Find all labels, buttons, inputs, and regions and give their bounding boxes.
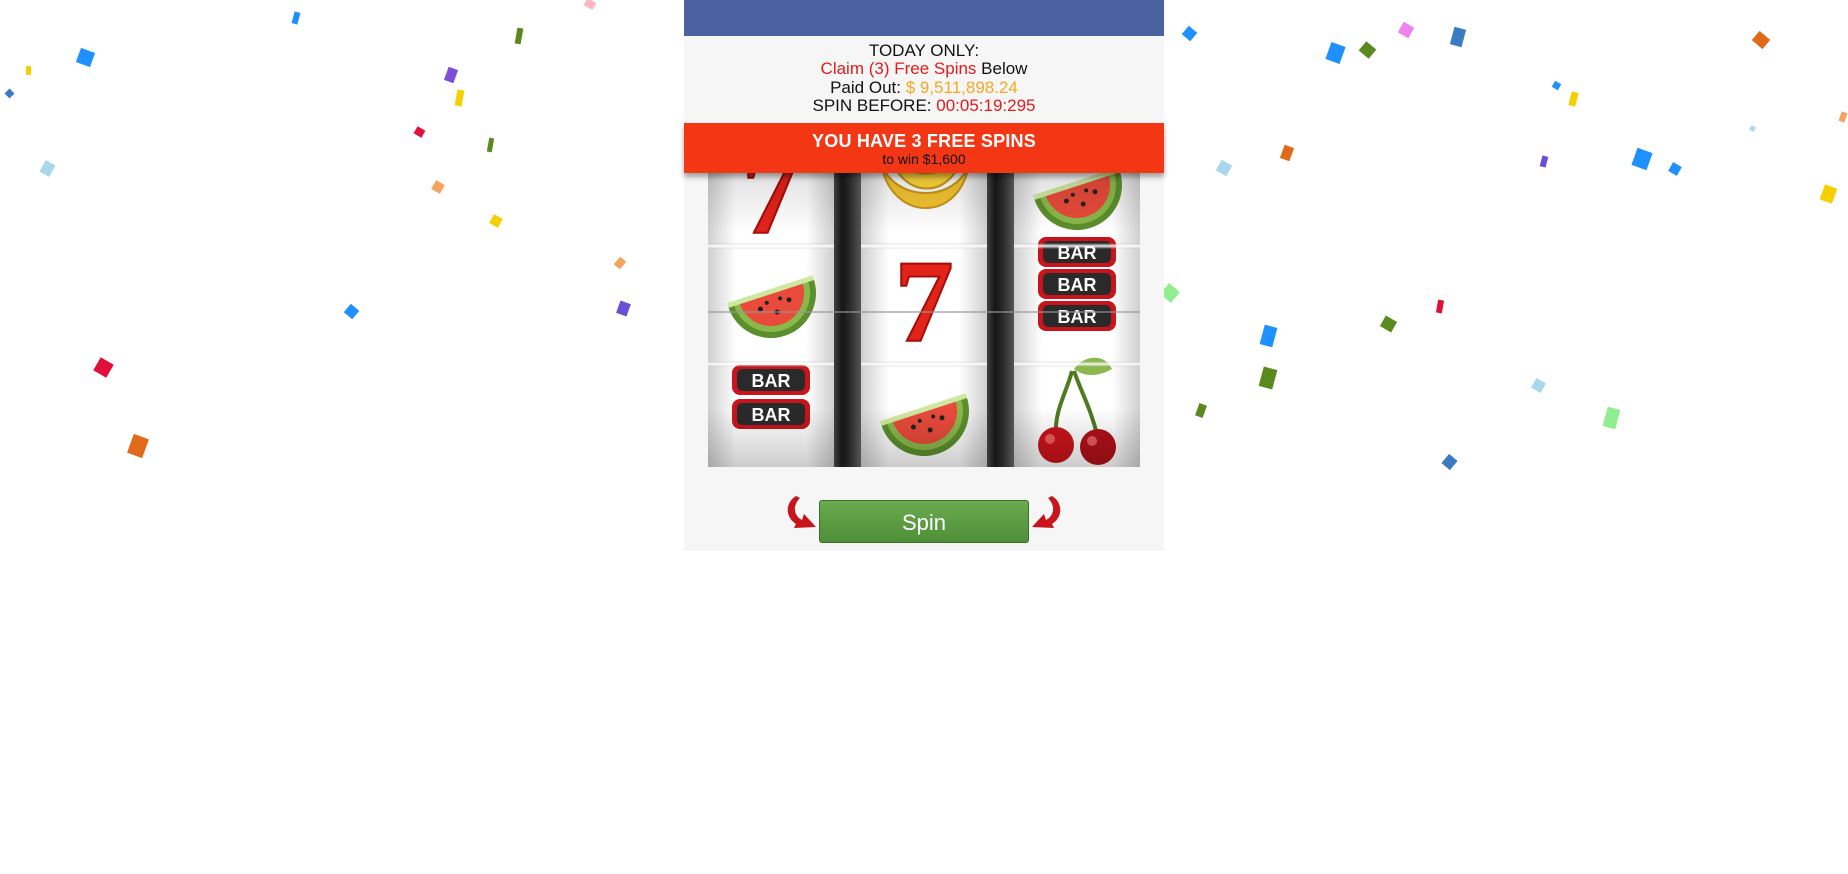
- confetti-piece: [1215, 159, 1233, 177]
- banner-title: YOU HAVE 3 FREE SPINS: [812, 131, 1036, 151]
- payline: [708, 311, 1140, 313]
- confetti-piece: [514, 27, 524, 45]
- confetti-piece: [1449, 26, 1467, 48]
- countdown-timer: 00:05:19:295: [936, 95, 1036, 115]
- curved-arrow-right-icon: [1032, 496, 1061, 528]
- confetti-piece: [1279, 144, 1295, 162]
- confetti-piece: [1751, 30, 1771, 50]
- confetti-piece: [39, 160, 56, 177]
- slot-machine-panel: TODAY ONLY: Claim (3) Free Spins Below P…: [684, 0, 1164, 551]
- confetti-piece: [1358, 41, 1377, 59]
- confetti-piece: [1181, 25, 1198, 42]
- confetti-piece: [454, 89, 465, 107]
- confetti-piece: [93, 357, 114, 378]
- confetti-piece: [431, 180, 445, 194]
- seven-symbol-icon: 7: [861, 231, 987, 355]
- confetti-piece: [1631, 147, 1653, 171]
- promo-info: TODAY ONLY: Claim (3) Free Spins Below P…: [684, 41, 1164, 115]
- confetti-piece: [26, 66, 31, 75]
- paid-out-line: Paid Out: $ 9,511,898.24: [684, 77, 1164, 97]
- confetti-piece: [343, 303, 360, 320]
- confetti-piece: [1602, 406, 1621, 430]
- claim-line: Claim (3) Free Spins Below: [684, 60, 1164, 78]
- confetti-piece: [583, 0, 597, 10]
- symbol-separator: [708, 361, 834, 367]
- reel-1: 7 BAR BAR: [708, 173, 834, 467]
- watermelon-symbol-icon: [708, 231, 834, 355]
- top-bar: [684, 0, 1164, 36]
- banner-subtitle: to win $1,600: [882, 151, 966, 167]
- spin-before-label: SPIN BEFORE:: [812, 95, 937, 115]
- confetti-piece: [1749, 125, 1756, 132]
- confetti-piece: [1195, 403, 1207, 418]
- reel-divider: [834, 173, 861, 467]
- confetti-piece: [1258, 366, 1278, 390]
- confetti-piece: [1379, 315, 1398, 333]
- confetti-piece: [1325, 41, 1346, 65]
- confetti-piece: [127, 433, 149, 459]
- spin-button[interactable]: Spin: [819, 500, 1029, 543]
- confetti-piece: [1668, 162, 1682, 176]
- confetti-piece: [1530, 377, 1547, 394]
- confetti-piece: [616, 300, 631, 317]
- confetti-piece: [1838, 111, 1848, 123]
- claim-suffix: Below: [976, 59, 1028, 79]
- reel-2: 7: [861, 173, 987, 467]
- reel-divider: [987, 173, 1014, 467]
- confetti-piece: [291, 11, 301, 25]
- confetti-piece: [486, 137, 495, 153]
- free-spins-banner: YOU HAVE 3 FREE SPINS to win $1,600: [684, 123, 1164, 173]
- svg-text:BAR: BAR: [1058, 275, 1097, 295]
- confetti-piece: [1441, 453, 1458, 471]
- paid-out-amount: $ 9,511,898.24: [905, 77, 1018, 97]
- curved-arrow-left-icon: [787, 496, 816, 528]
- symbol-separator: [708, 243, 834, 249]
- svg-text:7: 7: [895, 236, 954, 355]
- confetti-piece: [1539, 155, 1549, 168]
- bar-triple-symbol-icon: BAR BAR BAR: [1014, 231, 1140, 355]
- confetti-piece: [75, 47, 96, 68]
- slot-reels: 7 BAR BAR 7 BAR BAR BAR: [708, 173, 1140, 467]
- symbol-separator: [1014, 361, 1140, 367]
- confetti-piece: [1551, 80, 1562, 91]
- symbol-separator: [861, 361, 987, 367]
- svg-text:BAR: BAR: [752, 405, 791, 425]
- confetti-piece: [1568, 91, 1579, 107]
- confetti-piece: [413, 126, 426, 138]
- confetti-piece: [4, 88, 15, 99]
- spin-before-line: SPIN BEFORE: 00:05:19:295: [684, 95, 1164, 115]
- confetti-piece: [1819, 184, 1838, 204]
- confetti-piece: [489, 214, 503, 228]
- today-only-label: TODAY ONLY:: [868, 41, 980, 60]
- claim-highlight: Claim (3) Free Spins: [820, 59, 977, 79]
- confetti-piece: [613, 256, 627, 270]
- reel-3: BAR BAR BAR: [1014, 173, 1140, 467]
- svg-text:BAR: BAR: [752, 371, 791, 391]
- symbol-separator: [1014, 243, 1140, 249]
- paid-out-label: Paid Out:: [830, 77, 906, 97]
- confetti-piece: [1435, 299, 1445, 314]
- confetti-piece: [443, 66, 459, 84]
- symbol-separator: [861, 243, 987, 249]
- confetti-piece: [1397, 21, 1415, 39]
- today-only-line: TODAY ONLY:: [684, 41, 1164, 60]
- svg-text:BAR: BAR: [1058, 307, 1097, 327]
- confetti-piece: [1259, 324, 1278, 348]
